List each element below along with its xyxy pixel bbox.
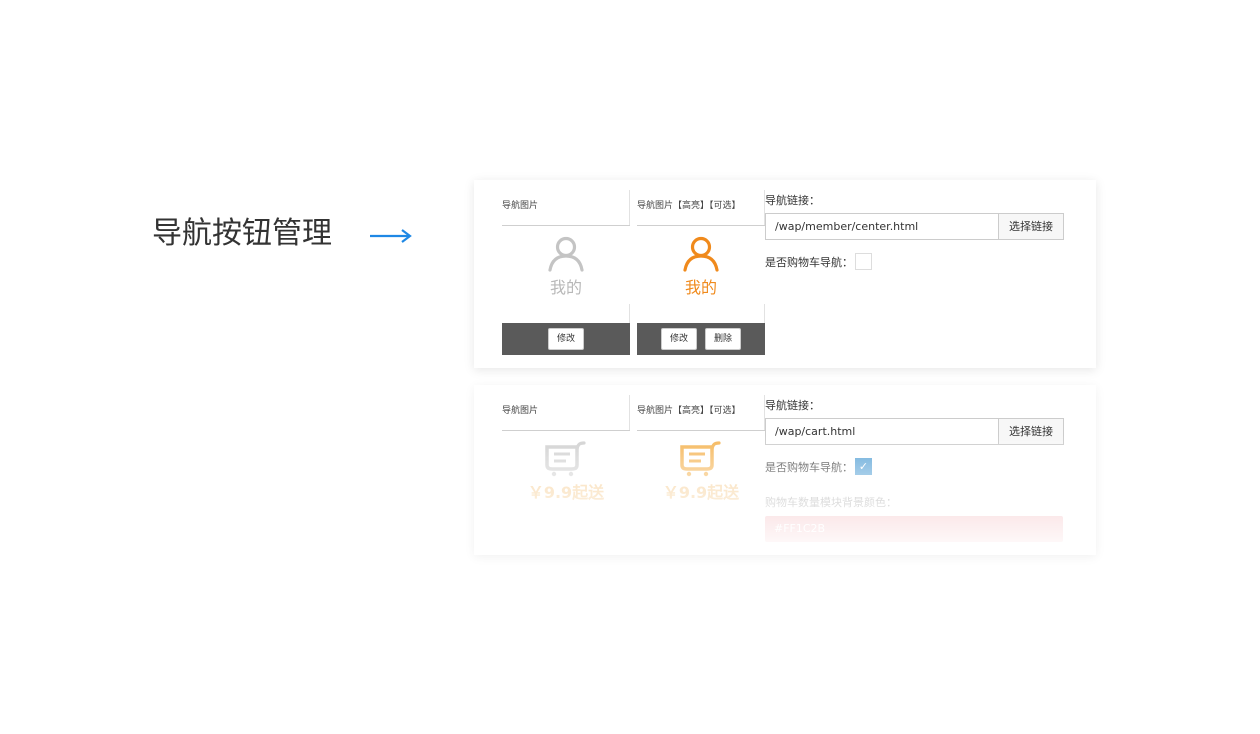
user-icon bbox=[683, 236, 719, 272]
nav-highlight-preview[interactable]: 我的 bbox=[637, 236, 765, 298]
cart-icon bbox=[680, 441, 721, 477]
nav-image-preview[interactable]: ￥9.9起送 bbox=[502, 441, 630, 503]
divider bbox=[764, 304, 765, 324]
nav-image-header: 导航图片 bbox=[502, 201, 539, 211]
nav-button-row-1: 导航图片 我的 修改 导航图片【高亮】【可选】 我的 修改 删除 导航链接： /… bbox=[474, 180, 1096, 368]
select-link-button[interactable]: 选择链接 bbox=[998, 213, 1064, 240]
divider bbox=[629, 395, 630, 431]
cart-nav-checkbox[interactable]: ✓ bbox=[855, 458, 872, 475]
nav-highlight-header: 导航图片【高亮】【可选】 bbox=[637, 201, 741, 211]
nav-button-row-2: 导航图片 ￥9.9起送 导航图片【高亮】【可选】 ￥9.9起送 导航链接： /w… bbox=[474, 385, 1096, 555]
check-icon: ✓ bbox=[858, 460, 869, 473]
nav-link-form: 导航链接： /wap/cart.html 选择链接 是否购物车导航： ✓ 购物车… bbox=[765, 397, 1065, 542]
user-icon bbox=[548, 236, 584, 272]
cart-count-bg-color-input[interactable]: #FF1C2B bbox=[765, 516, 1063, 542]
select-link-button[interactable]: 选择链接 bbox=[998, 418, 1064, 445]
edit-highlight-button[interactable]: 修改 bbox=[660, 328, 697, 350]
divider bbox=[637, 430, 765, 431]
divider bbox=[637, 225, 765, 226]
nav-image-header: 导航图片 bbox=[502, 406, 539, 416]
nav-label-highlight: ￥9.9起送 bbox=[662, 483, 740, 502]
cart-icon bbox=[545, 441, 586, 477]
delete-highlight-button[interactable]: 删除 bbox=[705, 328, 742, 350]
nav-link-input[interactable]: /wap/cart.html bbox=[765, 418, 998, 445]
image-action-bar: 修改 bbox=[502, 323, 630, 355]
right-arrow-icon bbox=[370, 229, 412, 243]
nav-link-label: 导航链接： bbox=[765, 399, 820, 412]
cart-nav-checkbox[interactable] bbox=[855, 253, 872, 270]
divider bbox=[502, 430, 630, 431]
highlight-action-bar: 修改 删除 bbox=[637, 323, 765, 355]
nav-label-normal: 我的 bbox=[549, 278, 582, 297]
section-caption: 导航按钮管理 bbox=[152, 216, 332, 251]
cart-nav-label: 是否购物车导航： bbox=[765, 255, 853, 269]
nav-link-label: 导航链接： bbox=[765, 194, 820, 207]
nav-label-highlight: 我的 bbox=[684, 278, 717, 297]
nav-link-input[interactable]: /wap/member/center.html bbox=[765, 213, 998, 240]
nav-label-normal: ￥9.9起送 bbox=[527, 483, 605, 502]
divider bbox=[502, 225, 630, 226]
divider bbox=[629, 190, 630, 226]
nav-highlight-preview[interactable]: ￥9.9起送 bbox=[637, 441, 765, 503]
edit-image-button[interactable]: 修改 bbox=[547, 328, 584, 350]
nav-highlight-header: 导航图片【高亮】【可选】 bbox=[637, 406, 741, 416]
cart-nav-label: 是否购物车导航： bbox=[765, 460, 853, 474]
cart-count-bg-color-label: 购物车数量模块背景颜色： bbox=[765, 496, 897, 509]
divider bbox=[629, 304, 630, 324]
nav-image-preview[interactable]: 我的 bbox=[502, 236, 630, 298]
nav-link-form: 导航链接： /wap/member/center.html 选择链接 是否购物车… bbox=[765, 192, 1065, 270]
